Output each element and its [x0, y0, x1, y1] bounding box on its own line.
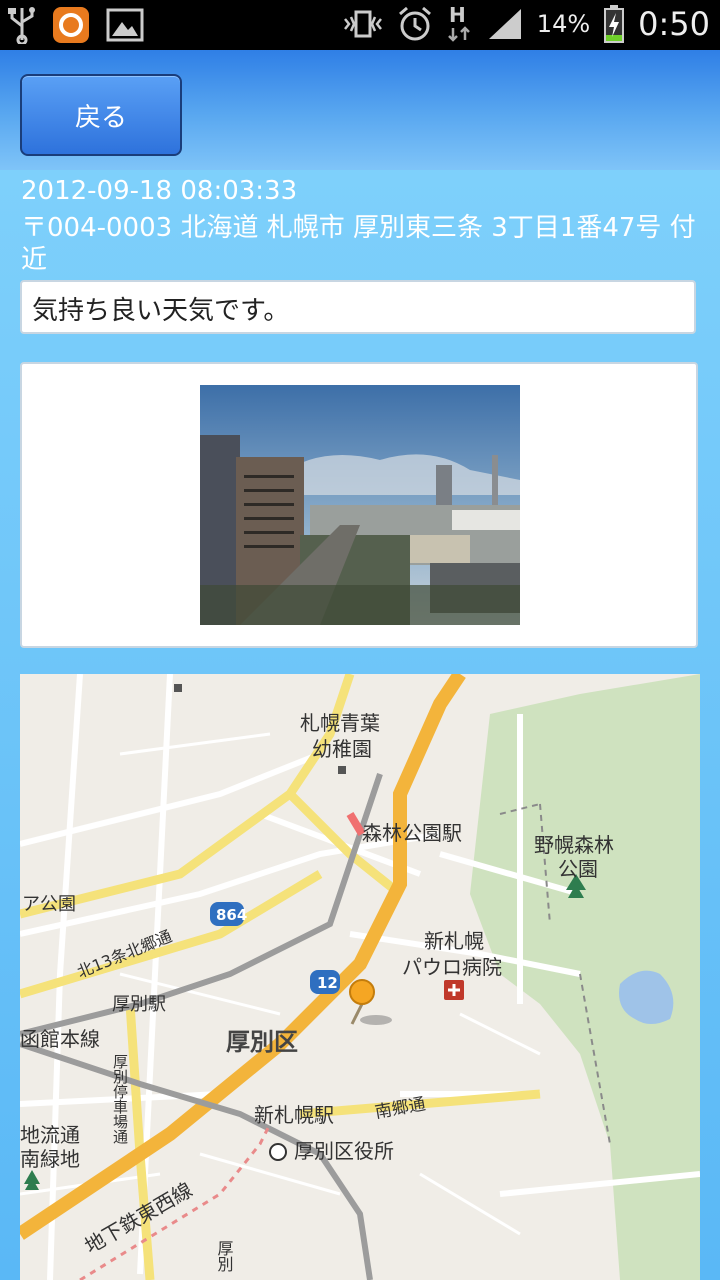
- photo-card: [20, 362, 698, 648]
- label-teishajo: 厚別停車場通: [111, 1054, 129, 1144]
- ward-office-icon: [269, 1143, 287, 1161]
- route-12-label: 12: [317, 974, 338, 992]
- usb-icon: [8, 7, 35, 44]
- city-photo[interactable]: [200, 385, 520, 625]
- label-atsubetsu-station: 厚別駅: [112, 994, 166, 1015]
- route-864-label: 864: [216, 906, 247, 924]
- status-bar: H 14% 0:50: [0, 0, 720, 50]
- location-map[interactable]: 札幌青葉 幼稚園 森林公園駅 野幌森林 公園 ア公園 864 北13条北郷通 新…: [20, 674, 700, 1280]
- action-bar: 戻る: [0, 50, 720, 170]
- back-button[interactable]: 戻る: [20, 74, 182, 156]
- hspa-icon: H: [447, 4, 470, 42]
- vibrate-icon: [343, 10, 382, 38]
- post-datetime: 2012-09-18 08:03:33: [21, 176, 298, 206]
- post-detail: 2012-09-18 08:03:33 〒004-0003 北海道 札幌市 厚別…: [0, 170, 720, 1280]
- label-ward-office: 厚別区役所: [294, 1139, 394, 1163]
- label-chiryu: 地流通: [20, 1123, 80, 1147]
- label-park-left: ア公園: [22, 894, 76, 915]
- app-icon: [53, 7, 89, 43]
- post-comment: 気持ち良い天気です。: [20, 280, 696, 334]
- label-shinrin-koen-station: 森林公園駅: [362, 821, 462, 845]
- post-address: 〒004-0003 北海道 札幌市 厚別東三条 3丁目1番47号 付近: [21, 213, 696, 275]
- clock: 0:50: [638, 5, 710, 43]
- battery-percent: 14%: [536, 10, 591, 38]
- label-minami-ryokuchi: 南緑地: [20, 1147, 80, 1171]
- label-shin-sapporo-station: 新札幌駅: [254, 1103, 334, 1127]
- label-hakodate-line: 函館本線: [20, 1027, 100, 1051]
- label-nopporo-1: 野幌森林: [534, 833, 614, 857]
- label-hospital-1: 新札幌: [424, 929, 484, 953]
- label-kindergarten-2: 幼稚園: [312, 737, 372, 761]
- label-nopporo-2: 公園: [558, 857, 598, 881]
- alarm-icon: [398, 6, 431, 41]
- label-ward: 厚別区: [226, 1028, 298, 1056]
- label-atsubetsu-bottom: 厚別: [215, 1240, 234, 1273]
- signal-icon: [488, 9, 521, 39]
- battery-charging-icon: [604, 5, 625, 43]
- label-hospital-2: パウロ病院: [402, 955, 502, 979]
- image-icon: [106, 8, 144, 42]
- svg-text:H: H: [449, 4, 466, 27]
- label-kindergarten-1: 札幌青葉: [300, 711, 380, 735]
